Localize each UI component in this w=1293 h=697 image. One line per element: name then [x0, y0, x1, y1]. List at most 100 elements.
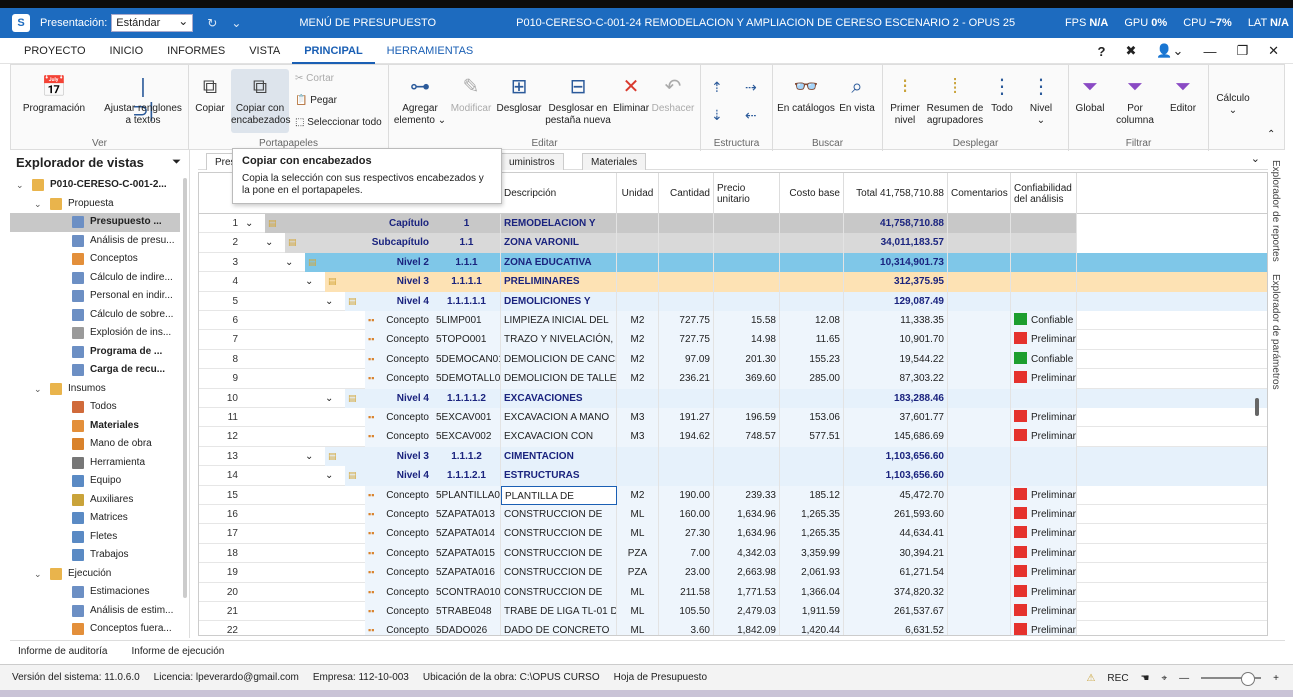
tab-suministros[interactable]: uministros — [500, 153, 564, 170]
explorer-item[interactable]: Materiales — [10, 417, 180, 436]
move-up-icon[interactable]: ⇡ — [711, 79, 723, 95]
explorer-item[interactable]: Análisis de presu... — [10, 232, 180, 251]
tab-materiales[interactable]: Materiales — [582, 153, 647, 170]
table-row[interactable]: 4 ⌄ ▤ Nivel 3 1.1.1.1 PRELIMINARES 312,375.95 — [199, 272, 1267, 292]
table-row[interactable]: 1 ⌄ ▤ Capítulo 1 REMODELACION Y 41,758,710.88 — [199, 214, 1267, 234]
chevron-down-icon[interactable]: ⌄ — [305, 447, 313, 466]
table-row[interactable]: 21 ▪▪ Concepto 5TRABE048 TRABE DE LIGA TL-01… — [199, 602, 1267, 622]
desglosar-pestana-button[interactable]: ⊟ Desglosar en pestaña nueva — [545, 69, 611, 127]
menu-inicio[interactable]: INICIO — [98, 38, 156, 64]
explorer-item[interactable]: Mano de obra — [10, 435, 180, 454]
chevron-down-icon[interactable]: ⌄ — [305, 272, 313, 291]
col-confiabilidad[interactable]: Confiabilidad del análisis — [1011, 173, 1077, 214]
table-row[interactable]: 22 ▪▪ Concepto 5DADO026 DADO DE CONCRETO ML 3.… — [199, 621, 1267, 635]
explorer-item[interactable]: ⌄ Insumos — [10, 380, 180, 399]
chevron-down-icon[interactable]: ⌄ — [16, 176, 26, 195]
en-catalogos-button[interactable]: 👓 En catálogos — [777, 69, 835, 115]
user-icon[interactable]: 👤⌄ — [1156, 43, 1183, 59]
chevron-down-icon[interactable]: ⌄ — [34, 565, 44, 584]
table-row[interactable]: 19 ▪▪ Concepto 5ZAPATA016 CONSTRUCCION DE PZA… — [199, 563, 1267, 583]
col-comentarios[interactable]: Comentarios — [948, 173, 1011, 214]
table-row[interactable]: 5 ⌄ ▤ Nivel 4 1.1.1.1.1 DEMOLICIONES Y 129,087… — [199, 291, 1267, 311]
chevron-down-icon[interactable]: ⌄ — [325, 292, 333, 311]
cortar-button[interactable]: ✂ Cortar — [295, 71, 334, 87]
grid-scrollbar[interactable] — [1255, 398, 1259, 416]
explorer-item[interactable]: Presupuesto ... — [10, 213, 180, 232]
explorer-item[interactable]: ⌄ Ejecución — [10, 565, 180, 584]
en-vista-button[interactable]: ⌕ En vista — [837, 69, 877, 115]
programacion-button[interactable]: 📅 Programación — [17, 69, 91, 115]
table-row[interactable]: 20 ▪▪ Concepto 5CONTRA010 CONSTRUCCION DE ML 2… — [199, 582, 1267, 602]
close-icon[interactable]: ✕ — [1268, 43, 1279, 59]
agregar-elemento-button[interactable]: ⊶ Agregar elemento ⌄ — [393, 69, 447, 127]
collapse-ribbon-icon[interactable]: ⌃ — [1267, 127, 1275, 143]
table-row[interactable]: 8 ▪▪ Concepto 5DEMOCAN01 DEMOLICION DE CANCH… — [199, 349, 1267, 370]
pegar-button[interactable]: 📋 Pegar — [295, 93, 337, 109]
table-row[interactable]: 15 ▪▪ Concepto 5PLANTILLA01 PLANTILLA DE M2 19… — [199, 485, 1267, 505]
explorer-item[interactable]: ⌄ Propuesta — [10, 195, 180, 214]
seleccionar-todo-button[interactable]: ⬚ Seleccionar todo — [295, 115, 382, 131]
pin-icon[interactable]: ✖ — [1125, 43, 1136, 59]
chevron-down-icon[interactable]: ⌄ — [265, 233, 273, 252]
zoom-in-icon[interactable]: + — [1273, 673, 1279, 684]
modificar-button[interactable]: ✎ Modificar — [449, 69, 493, 115]
col-cantidad[interactable]: Cantidad — [659, 173, 714, 214]
explorer-item[interactable]: Explosión de ins... — [10, 324, 180, 343]
copiar-encabezados-button[interactable]: ⧉ Copiar con encabezados — [231, 69, 291, 133]
table-row[interactable]: 10 ⌄ ▤ Nivel 4 1.1.1.1.2 EXCAVACIONES 183,288.… — [199, 388, 1267, 408]
table-row[interactable]: 13 ⌄ ▤ Nivel 3 1.1.1.2 CIMENTACION 1,103,656.6… — [199, 446, 1267, 467]
move-down-icon[interactable]: ⇣ — [711, 107, 723, 123]
informe-auditoria-tab[interactable]: Informe de auditoría — [18, 646, 108, 657]
explorer-item[interactable]: Conceptos fuera... — [10, 620, 180, 639]
quick-access-dropdown-icon[interactable]: ⌄ — [231, 16, 241, 30]
desglosar-button[interactable]: ⊞ Desglosar — [495, 69, 543, 115]
table-row[interactable]: 18 ▪▪ Concepto 5ZAPATA015 CONSTRUCCION DE PZA… — [199, 543, 1267, 564]
menu-vista[interactable]: VISTA — [237, 38, 292, 64]
eliminar-button[interactable]: ✕ Eliminar — [611, 69, 651, 115]
explorador-parametros-tab[interactable]: Explorador de parámetros — [1270, 274, 1281, 390]
move-right-icon[interactable]: ⇢ — [745, 79, 757, 95]
menu-informes[interactable]: INFORMES — [155, 38, 237, 64]
table-row[interactable]: 12 ▪▪ Concepto 5EXCAV002 EXCAVACION CON M3 194… — [199, 427, 1267, 447]
resumen-agrupadores-button[interactable]: ⁞ Resumen de agrupadores — [925, 69, 985, 127]
table-row[interactable]: 3 ⌄ ▤ Nivel 2 1.1.1 ZONA EDUCATIVA 10,314,901.… — [199, 252, 1267, 273]
calculo-button[interactable]: Cálculo ⌄ — [1211, 93, 1255, 117]
copiar-button[interactable]: ⧉ Copiar — [195, 69, 225, 115]
filter-icon[interactable]: ⏷ — [172, 156, 181, 169]
explorer-item[interactable]: Conceptos — [10, 250, 180, 269]
chevron-down-icon[interactable]: ⌄ — [245, 214, 253, 233]
menu-principal[interactable]: PRINCIPAL — [292, 38, 375, 64]
table-row[interactable]: 9 ▪▪ Concepto 5DEMOTALL01 DEMOLICION DE TALL… — [199, 369, 1267, 389]
explorer-scrollbar[interactable] — [183, 178, 187, 598]
tabs-dropdown-icon[interactable]: ⌄ — [1251, 152, 1260, 165]
fit-icon[interactable]: ⌖ — [1162, 673, 1168, 684]
explorer-item[interactable]: Programa de ... — [10, 343, 180, 362]
minimize-icon[interactable]: — — [1203, 44, 1216, 59]
row-descripcion[interactable]: PLANTILLA DE — [501, 485, 617, 505]
chevron-down-icon[interactable]: ⌄ — [325, 389, 333, 408]
explorador-reportes-tab[interactable]: Explorador de reportes — [1270, 160, 1281, 262]
col-descripcion[interactable]: Descripción — [501, 173, 617, 214]
global-filter-button[interactable]: ⏷ Global — [1073, 69, 1107, 115]
explorer-item[interactable]: Carga de recu... — [10, 361, 180, 380]
help-button[interactable]: ? — [1097, 44, 1105, 59]
table-row[interactable]: 6 ▪▪ Concepto 5LIMP001 LIMPIEZA INICIAL DEL M… — [199, 311, 1267, 331]
explorer-item[interactable]: Equipo — [10, 472, 180, 491]
zoom-out-icon[interactable]: — — [1179, 673, 1189, 684]
deshacer-button[interactable]: ↶ Deshacer — [651, 69, 695, 115]
rec-label[interactable]: REC — [1107, 673, 1128, 684]
table-row[interactable]: 2 ⌄ ▤ Subcapítulo 1.1 ZONA VARONIL 34,011,183.… — [199, 233, 1267, 253]
explorer-item[interactable]: Auxiliares — [10, 491, 180, 510]
col-unidad[interactable]: Unidad — [617, 173, 659, 214]
menu-herramientas[interactable]: HERRAMIENTAS — [375, 38, 486, 64]
explorer-item[interactable]: Cálculo de indire... — [10, 269, 180, 288]
explorer-item[interactable]: Herramienta — [10, 454, 180, 473]
explorer-item[interactable]: ⌄ P010-CERESO-C-001-2... — [10, 176, 180, 195]
informe-ejecucion-tab[interactable]: Informe de ejecución — [132, 646, 225, 657]
col-total[interactable]: Total 41,758,710.88 — [844, 173, 948, 214]
chevron-down-icon[interactable]: ⌄ — [34, 380, 44, 399]
explorer-item[interactable]: Fletes — [10, 528, 180, 547]
col-costo-base[interactable]: Costo base — [780, 173, 844, 214]
presentacion-select[interactable]: Estándar — [111, 14, 194, 32]
editor-filter-button[interactable]: ⏷ Editor — [1165, 69, 1201, 115]
